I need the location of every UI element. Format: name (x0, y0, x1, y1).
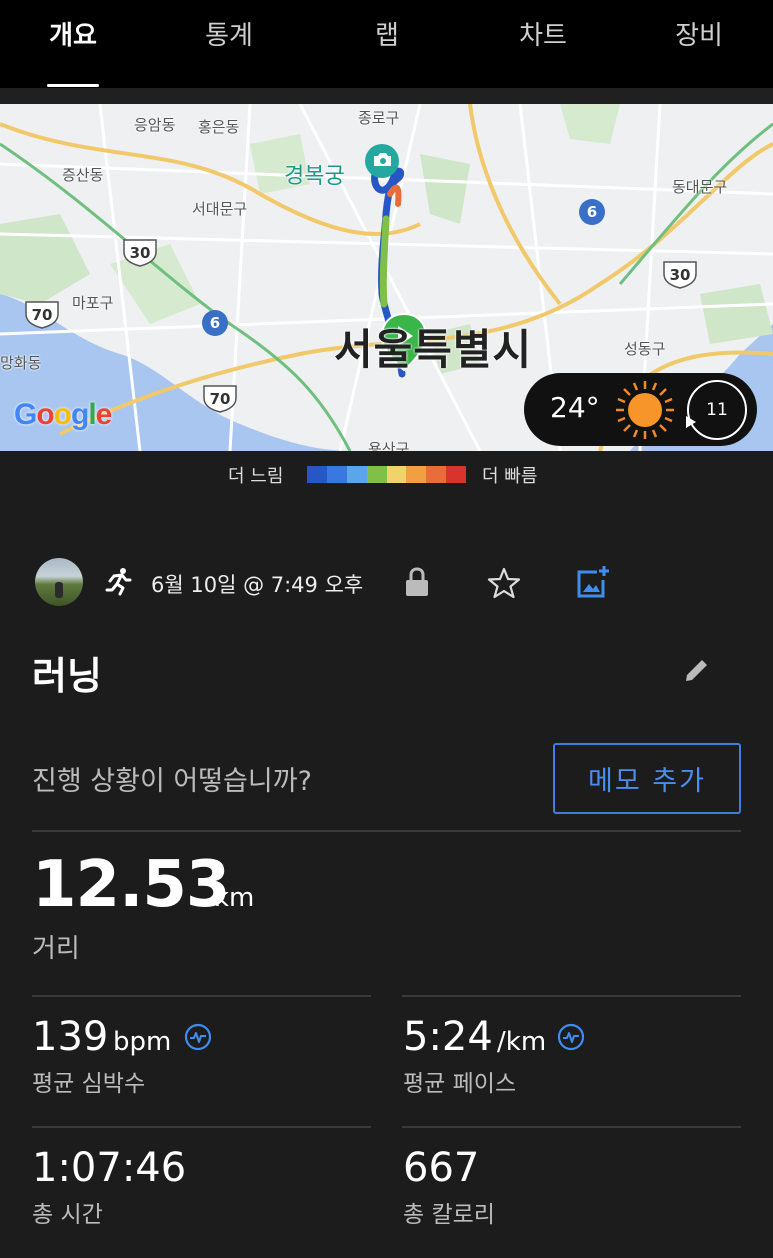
legend-color-segment (346, 466, 367, 483)
map-label: 종로구 (358, 109, 400, 127)
avatar[interactable] (35, 558, 83, 606)
legend-color-segment (406, 466, 427, 483)
distance-label: 거리 (32, 934, 80, 964)
map-label: 홍은동 (198, 118, 240, 136)
legend-slow-label: 더 느림 (228, 466, 284, 487)
legend-color-segment (307, 466, 327, 483)
calories-label: 총 칼로리 (403, 1202, 495, 1228)
divider (32, 995, 371, 997)
route-map[interactable]: 응암동 홍은동 종로구 경복궁 증산동 서대문구 동대문구 마포구 서울특별시 … (0, 104, 773, 451)
progress-prompt: 진행 상황이 어떻습니까? (32, 766, 312, 797)
divider (402, 1126, 741, 1128)
tab-laps[interactable]: 랩 (362, 16, 412, 56)
activity-title: 러닝 (32, 654, 102, 698)
add-photo-icon[interactable] (575, 564, 611, 600)
pace-label: 평균 페이스 (403, 1071, 517, 1097)
google-logo: Google (14, 398, 112, 431)
temperature: 24° (550, 391, 600, 424)
map-label: 망화동 (0, 354, 42, 372)
lock-icon[interactable] (404, 566, 430, 598)
tab-stats[interactable]: 통계 (196, 16, 262, 56)
legend-color-segment (426, 466, 447, 483)
tab-gear[interactable]: 장비 (666, 16, 732, 56)
tab-charts[interactable]: 차트 (510, 16, 576, 56)
edit-pencil-icon[interactable] (682, 655, 712, 685)
map-city-label: 서울특별시 (334, 325, 533, 374)
legend-color-segment (446, 466, 466, 483)
wind-speed: 11 (706, 400, 728, 420)
add-memo-button[interactable]: 메모 추가 (553, 743, 741, 814)
pace-unit: /km (497, 1027, 547, 1057)
weather-widget: 24° 11 (524, 373, 757, 446)
map-label: 동대문구 (672, 178, 728, 196)
map-label: 성동구 (624, 340, 666, 358)
legend-color-segment (386, 466, 407, 483)
divider (32, 1126, 371, 1128)
tab-overview[interactable]: 개요 (40, 16, 106, 56)
tab-bar: 개요 통계 랩 차트 장비 (0, 0, 773, 88)
heart-rate-value: 139 (32, 1014, 109, 1060)
pace-source-icon[interactable] (557, 1023, 585, 1051)
map-poi-label: 경복궁 (284, 164, 345, 189)
total-time-value: 1:07:46 (32, 1145, 187, 1191)
legend-color-segment (326, 466, 347, 483)
distance-unit: km (214, 883, 255, 913)
heart-rate-unit: bpm (113, 1027, 172, 1057)
activity-date: 6월 10일 @ 7:49 오후 (151, 573, 364, 597)
active-tab-indicator (47, 84, 99, 87)
divider (32, 830, 741, 832)
sun-icon (616, 381, 674, 439)
wind-direction-icon (686, 416, 696, 428)
pace-color-legend (307, 466, 466, 483)
map-label: 응암동 (134, 116, 176, 134)
star-icon[interactable] (487, 566, 521, 600)
legend-color-segment (366, 466, 387, 483)
total-time-label: 총 시간 (32, 1202, 103, 1228)
map-label: 서대문구 (192, 200, 248, 218)
legend-fast-label: 더 빠름 (482, 466, 538, 487)
heart-rate-source-icon[interactable] (184, 1023, 212, 1051)
distance-value: 12.53 (32, 848, 230, 922)
calories-value: 667 (403, 1145, 480, 1191)
map-label: 마포구 (72, 294, 114, 312)
tab-separator (0, 88, 773, 104)
heart-rate-label: 평균 심박수 (32, 1071, 146, 1097)
pace-value: 5:24 (403, 1014, 493, 1060)
wind-gauge: 11 (686, 380, 747, 440)
map-label: 용산구 (368, 440, 410, 451)
divider (402, 995, 741, 997)
map-label: 증산동 (62, 166, 104, 184)
running-icon (105, 568, 132, 596)
